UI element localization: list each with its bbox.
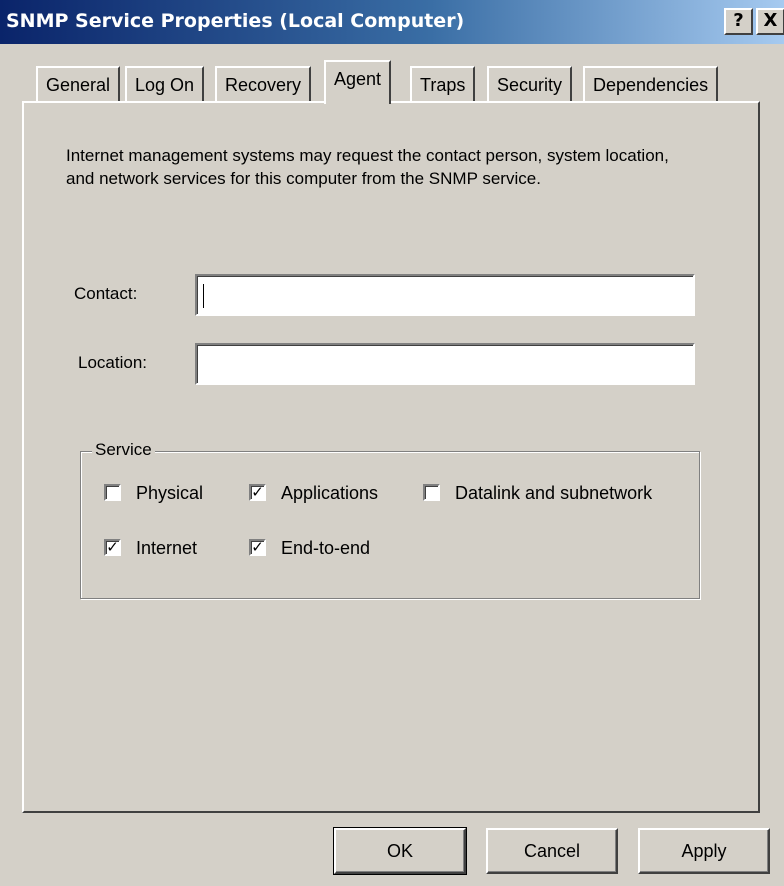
location-label: Location: <box>78 353 147 372</box>
tab-dependencies[interactable]: Dependencies <box>583 66 719 102</box>
end-to-end-label[interactable]: End-to-end <box>281 538 370 559</box>
help-button[interactable]: ? <box>724 8 753 35</box>
datalink-label[interactable]: Datalink and subnetwork <box>455 483 652 504</box>
end-to-end-checkbox[interactable]: ✓ <box>249 539 266 556</box>
internet-label[interactable]: Internet <box>136 538 197 559</box>
service-group-title: Service <box>92 440 155 460</box>
internet-checkbox[interactable]: ✓ <box>104 539 121 556</box>
text-caret <box>203 284 204 308</box>
physical-label[interactable]: Physical <box>136 483 203 504</box>
ok-button[interactable]: OK <box>333 827 467 875</box>
tab-traps[interactable]: Traps <box>410 66 476 102</box>
applications-checkbox[interactable]: ✓ <box>249 484 266 501</box>
datalink-checkbox[interactable] <box>423 484 440 501</box>
apply-button[interactable]: Apply <box>638 828 770 874</box>
tab-recovery[interactable]: Recovery <box>215 66 312 102</box>
agent-description: Internet management systems may request … <box>66 146 669 188</box>
location-field[interactable] <box>195 343 695 385</box>
window-title: SNMP Service Properties (Local Computer) <box>6 10 465 32</box>
contact-label: Contact: <box>74 284 138 303</box>
tab-agent[interactable]: Agent <box>324 60 392 104</box>
tab-log-on[interactable]: Log On <box>125 66 205 102</box>
contact-field[interactable] <box>195 274 695 316</box>
close-button[interactable]: X <box>756 8 784 35</box>
tab-general[interactable]: General <box>36 66 121 102</box>
title-bar: SNMP Service Properties (Local Computer)… <box>0 0 784 44</box>
applications-label[interactable]: Applications <box>281 483 378 504</box>
service-group-box <box>80 451 700 599</box>
tab-security[interactable]: Security <box>487 66 573 102</box>
physical-checkbox[interactable] <box>104 484 121 501</box>
cancel-button[interactable]: Cancel <box>486 828 618 874</box>
